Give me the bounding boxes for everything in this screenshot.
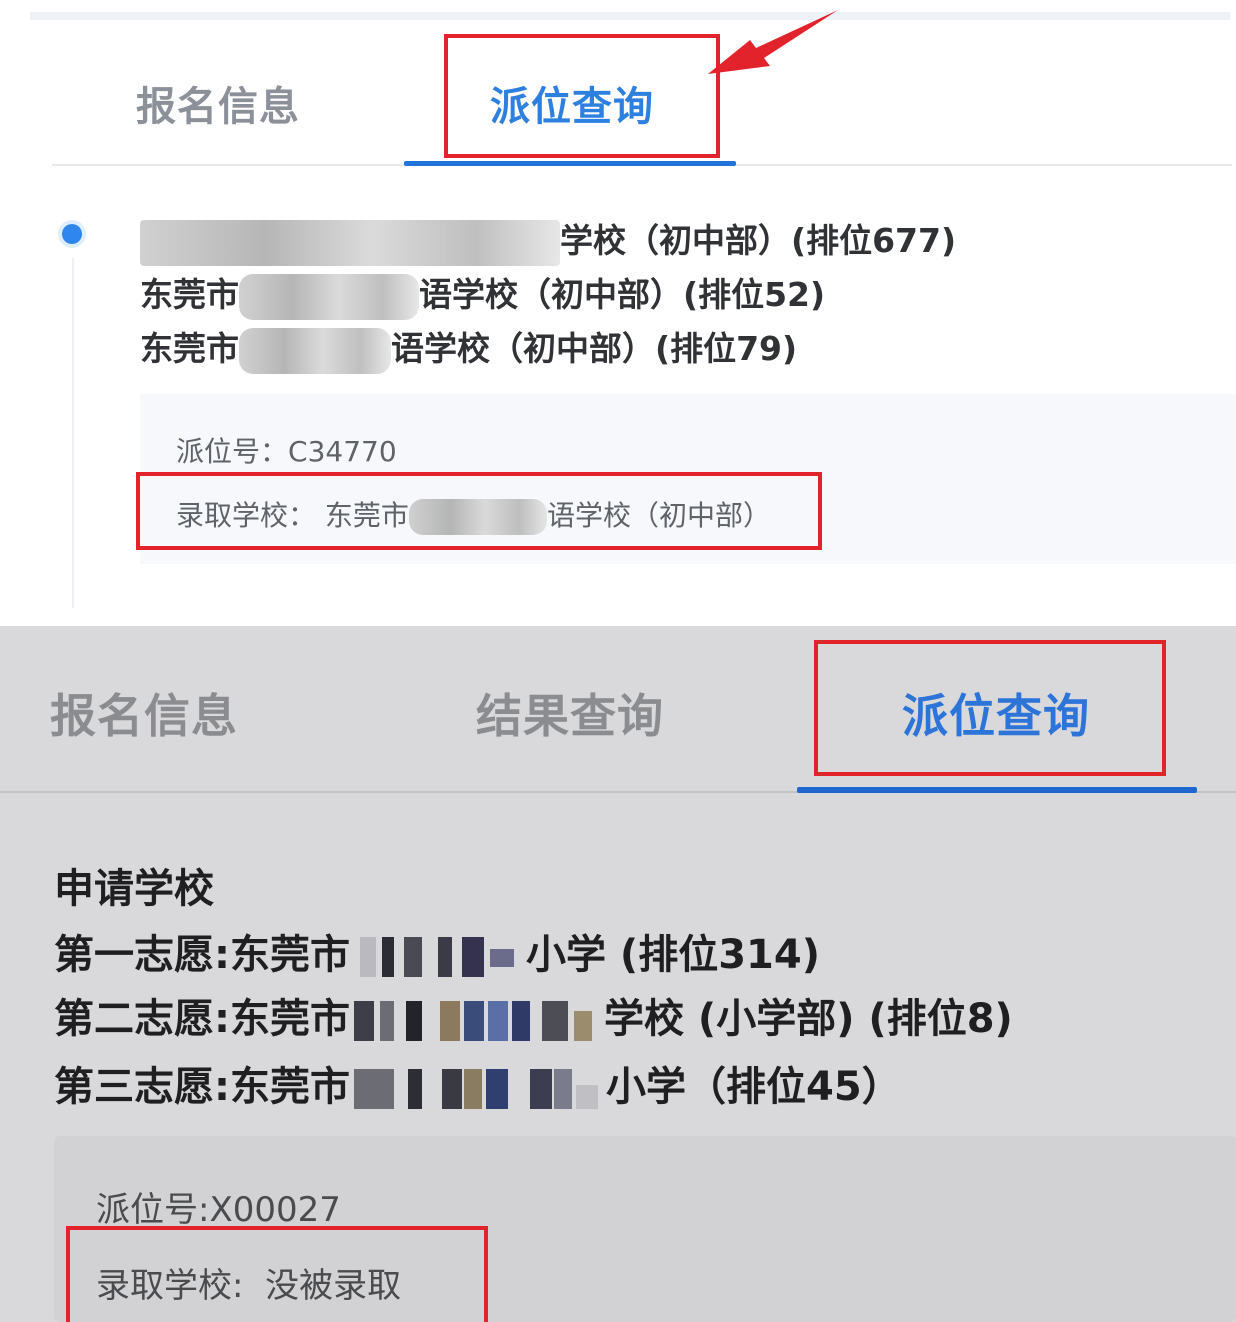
allocation-number-value: X00027 bbox=[209, 1190, 341, 1230]
school-choice-text: 小学 (排位314) bbox=[526, 932, 820, 978]
highlight-box-tab bbox=[814, 640, 1166, 776]
tab-result-query[interactable]: 结果查询 bbox=[476, 680, 664, 746]
school-choice-3: 东莞市 语学校（初中部）(排位79) bbox=[140, 322, 797, 374]
school-choice-prefix: 第一志愿:东莞市 bbox=[54, 932, 350, 978]
tab-registration-info[interactable]: 报名信息 bbox=[50, 680, 238, 746]
school-choice-2: 第二志愿:东莞市 学校 (小学部) (排位8) bbox=[54, 986, 1013, 1044]
school-choice-text: 小学（排位45） bbox=[606, 1064, 902, 1110]
red-arrow-annotation bbox=[708, 10, 838, 74]
allocation-number-label: 派位号： bbox=[176, 435, 289, 468]
school-choice-3: 第三志愿:东莞市 小学（排位45） bbox=[54, 1054, 902, 1112]
highlight-box-admitted-school bbox=[136, 472, 822, 550]
redacted-blur bbox=[239, 273, 419, 320]
school-choice-text: 语学校（初中部）(排位52) bbox=[419, 275, 826, 314]
highlight-box-admitted-school bbox=[66, 1226, 488, 1322]
pixelated-redaction bbox=[350, 935, 526, 979]
tab-registration-info[interactable]: 报名信息 bbox=[136, 74, 300, 132]
school-choice-1: 第一志愿:东莞市 小学 (排位314) bbox=[54, 922, 820, 980]
allocation-number: 派位号：C34770 bbox=[176, 430, 397, 470]
redacted-blur bbox=[239, 327, 391, 374]
school-choice-text: 学校（初中部）(排位677) bbox=[560, 221, 957, 260]
allocation-number: 派位号:X00027 bbox=[96, 1182, 341, 1231]
active-tab-indicator bbox=[797, 787, 1197, 793]
school-choice-prefix: 第二志愿:东莞市 bbox=[54, 996, 350, 1042]
school-choice-2: 东莞市 语学校（初中部）(排位52) bbox=[140, 268, 825, 320]
active-tab-indicator bbox=[404, 161, 736, 166]
pixelated-redaction bbox=[350, 999, 604, 1043]
allocation-number-value: C34770 bbox=[288, 435, 397, 468]
redacted-blur bbox=[140, 219, 560, 266]
school-choice-prefix: 东莞市 bbox=[140, 329, 239, 368]
allocation-number-label: 派位号: bbox=[96, 1190, 210, 1230]
school-choice-prefix: 东莞市 bbox=[140, 275, 239, 314]
school-choice-1: 学校（初中部）(排位677) bbox=[140, 214, 956, 266]
school-choice-text: 学校 (小学部) (排位8) bbox=[604, 996, 1013, 1042]
pixelated-redaction bbox=[350, 1067, 606, 1111]
highlight-box-tab bbox=[444, 34, 720, 158]
section-title: 申请学校 bbox=[54, 866, 214, 912]
top-header-strip bbox=[30, 12, 1230, 20]
school-choice-text: 语学校（初中部）(排位79) bbox=[391, 329, 798, 368]
school-choice-prefix: 第三志愿:东莞市 bbox=[54, 1064, 350, 1110]
timeline-line bbox=[72, 258, 74, 608]
timeline-dot bbox=[62, 224, 82, 244]
